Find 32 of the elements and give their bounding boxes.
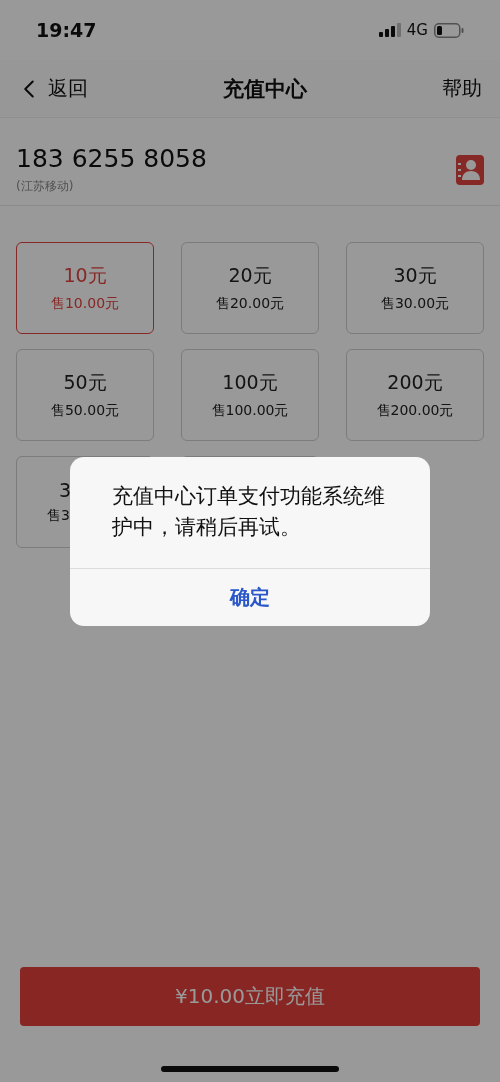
carrier-label: (江苏移动) xyxy=(16,178,75,195)
contact-icon[interactable] xyxy=(456,154,484,185)
option-amount: 20元 xyxy=(228,263,272,288)
option-amount: 30元 xyxy=(393,263,437,288)
phone-number: 183 6255 8058 xyxy=(16,144,207,174)
option-price: 售3 xyxy=(47,507,70,525)
option-price: 售50.00元 xyxy=(50,402,120,420)
option-price: 售100.00元 xyxy=(211,402,289,420)
back-label: 返回 xyxy=(48,75,88,102)
option-price: 售10.00元 xyxy=(50,295,120,313)
recharge-option[interactable]: 30元 售30.00元 xyxy=(346,242,484,334)
recharge-option[interactable]: 50元 售50.00元 xyxy=(16,349,154,441)
option-amount: 3 xyxy=(59,479,72,501)
recharge-option[interactable]: 100元 售100.00元 xyxy=(181,349,319,441)
network-type: 4G xyxy=(406,21,428,39)
alert-message: 充值中心订单支付功能系统维护中，请稍后再试。 xyxy=(112,483,387,541)
option-price: 售20.00元 xyxy=(215,295,285,313)
page-title: 充值中心 xyxy=(223,75,307,103)
option-amount: 10元 xyxy=(63,263,107,288)
option-amount: 100元 xyxy=(222,370,278,395)
option-price: 售30.00元 xyxy=(380,295,450,313)
status-time: 19:47 xyxy=(36,19,97,41)
recharge-option[interactable]: 200元 售200.00元 xyxy=(346,349,484,441)
battery-icon xyxy=(434,22,464,38)
option-amount: 50元 xyxy=(63,370,107,395)
signal-icon xyxy=(378,23,401,37)
option-price: 售200.00元 xyxy=(376,402,454,420)
option-amount: 200元 xyxy=(387,370,443,395)
back-button[interactable]: 返回 xyxy=(14,73,88,104)
help-button[interactable]: 帮助 xyxy=(442,75,482,102)
recharge-option[interactable]: 20元 售20.00元 xyxy=(181,242,319,334)
confirm-button[interactable]: 确定 xyxy=(70,568,430,626)
